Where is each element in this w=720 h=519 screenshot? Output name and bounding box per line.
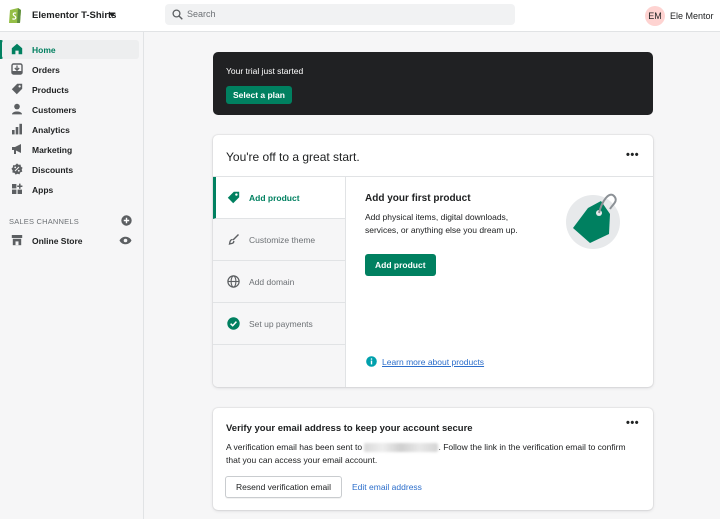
add-product-button[interactable]: Add product bbox=[365, 254, 436, 276]
store-icon bbox=[11, 235, 23, 246]
step-label: Customize theme bbox=[249, 235, 316, 245]
sidebar-item-label: Apps bbox=[32, 185, 54, 195]
avatar[interactable]: EM bbox=[645, 6, 665, 26]
sidebar-item-label: Analytics bbox=[32, 125, 70, 135]
info-icon bbox=[366, 356, 377, 367]
orders-icon bbox=[11, 63, 23, 75]
megaphone-icon bbox=[12, 144, 21, 154]
search-icon bbox=[172, 9, 183, 20]
setup-title: You're off to a great start. bbox=[226, 150, 360, 164]
person-icon bbox=[12, 103, 22, 115]
sidebar-item-discounts[interactable]: Discounts bbox=[2, 160, 139, 179]
edit-email-link[interactable]: Edit email address bbox=[352, 482, 422, 492]
sidebar-item-label: Customers bbox=[32, 105, 77, 115]
shopify-logo-icon[interactable] bbox=[8, 6, 22, 24]
sidebar-item-customers[interactable]: Customers bbox=[2, 100, 139, 119]
step-content-title: Add your first product bbox=[365, 193, 471, 204]
sidebar-item-marketing[interactable]: Marketing bbox=[2, 140, 139, 159]
verify-email-card: Verify your email address to keep your a… bbox=[213, 408, 653, 510]
add-circle-icon[interactable] bbox=[121, 215, 132, 226]
more-actions-icon[interactable]: ••• bbox=[626, 417, 639, 429]
store-name[interactable]: Elementor T-Shirts bbox=[32, 10, 116, 21]
eye-icon[interactable] bbox=[119, 236, 132, 245]
apps-icon bbox=[12, 183, 23, 194]
step-set-up-payments[interactable]: Set up payments bbox=[213, 303, 345, 345]
product-tag-illustration-icon bbox=[566, 193, 620, 249]
sidebar-item-orders[interactable]: Orders bbox=[2, 60, 139, 79]
search-bar[interactable]: Search bbox=[165, 4, 515, 25]
verify-title: Verify your email address to keep your a… bbox=[226, 423, 473, 434]
sidebar-item-label: Online Store bbox=[32, 236, 83, 246]
discount-icon bbox=[11, 163, 23, 175]
user-name[interactable]: Ele Mentor bbox=[670, 11, 714, 21]
resend-verification-button[interactable]: Resend verification email bbox=[225, 476, 342, 498]
sales-channels-heading: SALES CHANNELS bbox=[9, 217, 79, 226]
top-bar: Elementor T-Shirts Search EM Ele Mentor bbox=[0, 0, 720, 32]
step-label: Add product bbox=[249, 193, 300, 203]
step-content-description: Add physical items, digital downloads, s… bbox=[365, 212, 518, 235]
sidebar-item-home[interactable]: Home bbox=[2, 40, 139, 59]
step-customize-theme[interactable]: Customize theme bbox=[213, 219, 345, 261]
step-label: Set up payments bbox=[249, 319, 313, 329]
step-add-product[interactable]: Add product bbox=[213, 177, 345, 219]
sidebar-item-analytics[interactable]: Analytics bbox=[2, 120, 139, 139]
step-label: Add domain bbox=[249, 277, 295, 287]
more-actions-icon[interactable]: ••• bbox=[626, 149, 639, 161]
caret-down-icon[interactable] bbox=[108, 12, 116, 18]
sidebar-item-products[interactable]: Products bbox=[2, 80, 139, 99]
sidebar-item-label: Marketing bbox=[32, 145, 73, 155]
sidebar: Home Orders Products Customers Analytics bbox=[0, 32, 144, 519]
sidebar-item-label: Discounts bbox=[32, 165, 74, 175]
setup-steps: Add product Customize theme Add domain S… bbox=[213, 177, 346, 387]
redacted-email bbox=[364, 443, 439, 453]
brush-icon bbox=[228, 234, 239, 245]
home-icon bbox=[11, 43, 23, 55]
tag-icon bbox=[227, 191, 240, 204]
verify-desc-start: A verification email has been sent to bbox=[226, 442, 363, 452]
check-circle-icon bbox=[227, 317, 240, 330]
sidebar-item-label: Home bbox=[32, 45, 56, 55]
search-input[interactable]: Search bbox=[187, 9, 216, 19]
sidebar-item-label: Products bbox=[32, 85, 69, 95]
setup-guide-card: You're off to a great start. ••• Add pro… bbox=[213, 135, 653, 387]
sidebar-item-apps[interactable]: Apps bbox=[2, 180, 139, 199]
verify-description: A verification email has been sent to . … bbox=[226, 441, 626, 466]
sidebar-item-label: Orders bbox=[32, 65, 60, 75]
bar-chart-icon bbox=[12, 123, 22, 135]
learn-more-products-link[interactable]: Learn more about products bbox=[382, 357, 484, 367]
globe-icon bbox=[227, 275, 240, 288]
select-plan-button[interactable]: Select a plan bbox=[226, 86, 292, 104]
trial-message: Your trial just started bbox=[226, 66, 304, 76]
step-add-domain[interactable]: Add domain bbox=[213, 261, 345, 303]
tag-icon bbox=[11, 83, 23, 95]
trial-banner: Your trial just started Select a plan bbox=[213, 52, 653, 115]
